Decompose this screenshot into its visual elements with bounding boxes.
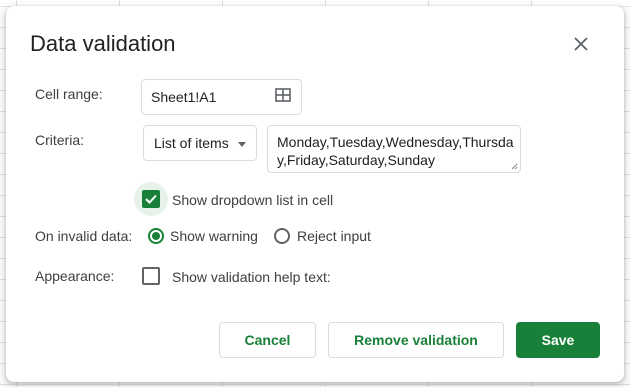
reject-input-label: Reject input: [297, 228, 371, 244]
remove-validation-button[interactable]: Remove validation: [328, 322, 504, 358]
close-icon-glyph: [574, 37, 588, 51]
cell-range-input[interactable]: Sheet1!A1: [141, 79, 302, 115]
cancel-button[interactable]: Cancel: [219, 322, 316, 358]
save-button[interactable]: Save: [516, 322, 600, 358]
criteria-label: Criteria:: [35, 132, 85, 148]
show-warning-label: Show warning: [170, 228, 258, 244]
reject-input-radio[interactable]: [274, 228, 290, 244]
criteria-items-input[interactable]: Monday,Tuesday,Wednesday,Thursday,Friday…: [267, 125, 521, 173]
help-text-label: Show validation help text:: [172, 269, 331, 285]
criteria-type-value: List of items: [154, 135, 229, 151]
chevron-down-icon: [238, 142, 246, 147]
appearance-label: Appearance:: [35, 268, 115, 284]
help-text-checkbox[interactable]: [142, 267, 160, 285]
data-validation-dialog: Data validation Cell range: Sheet1!A1 Cr…: [6, 6, 624, 382]
dialog-title: Data validation: [30, 31, 176, 56]
cell-range-value: Sheet1!A1: [151, 89, 217, 105]
criteria-type-select[interactable]: List of items: [143, 125, 257, 161]
show-warning-radio[interactable]: [148, 228, 164, 244]
close-icon[interactable]: [568, 31, 594, 57]
show-dropdown-checkbox[interactable]: [142, 190, 160, 208]
invalid-data-label: On invalid data:: [35, 228, 133, 244]
show-dropdown-label: Show dropdown list in cell: [172, 192, 334, 208]
resize-handle-icon[interactable]: [511, 163, 518, 170]
cell-range-label: Cell range:: [35, 86, 103, 102]
check-icon: [145, 194, 157, 204]
criteria-items-value: Monday,Tuesday,Wednesday,Thursday,Friday…: [277, 134, 514, 168]
grid-select-icon[interactable]: [275, 88, 291, 102]
